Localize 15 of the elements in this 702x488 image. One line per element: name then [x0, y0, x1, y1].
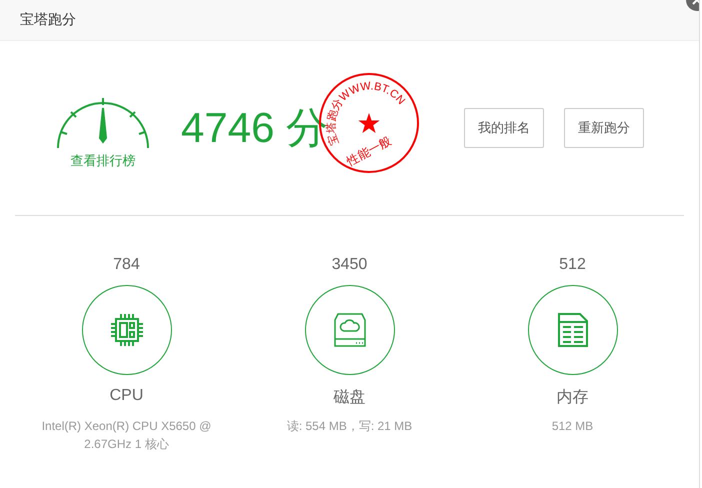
metric-name: 内存 — [556, 388, 588, 408]
metric-detail: 读: 554 MB，写: 21 MB — [286, 418, 414, 435]
action-button[interactable]: 重新跑分 — [564, 108, 644, 148]
metric-score: 512 — [559, 255, 586, 275]
document-icon — [558, 313, 588, 347]
chip-icon — [110, 313, 144, 347]
metric-score: 784 — [113, 255, 140, 275]
metric-score: 3450 — [332, 255, 368, 275]
metric-detail: 512 MB — [550, 418, 594, 435]
metric-name: CPU — [110, 387, 144, 406]
action-button[interactable]: 我的排名 — [464, 108, 544, 148]
metric-detail: Intel(R) Xeon(R) CPU X5650 @ 2.67GHz 1 核心 — [40, 418, 212, 453]
window-title: 宝塔跑分 — [20, 11, 76, 29]
metric-name: 磁盘 — [334, 388, 366, 408]
cloud-drive-icon — [334, 313, 366, 347]
